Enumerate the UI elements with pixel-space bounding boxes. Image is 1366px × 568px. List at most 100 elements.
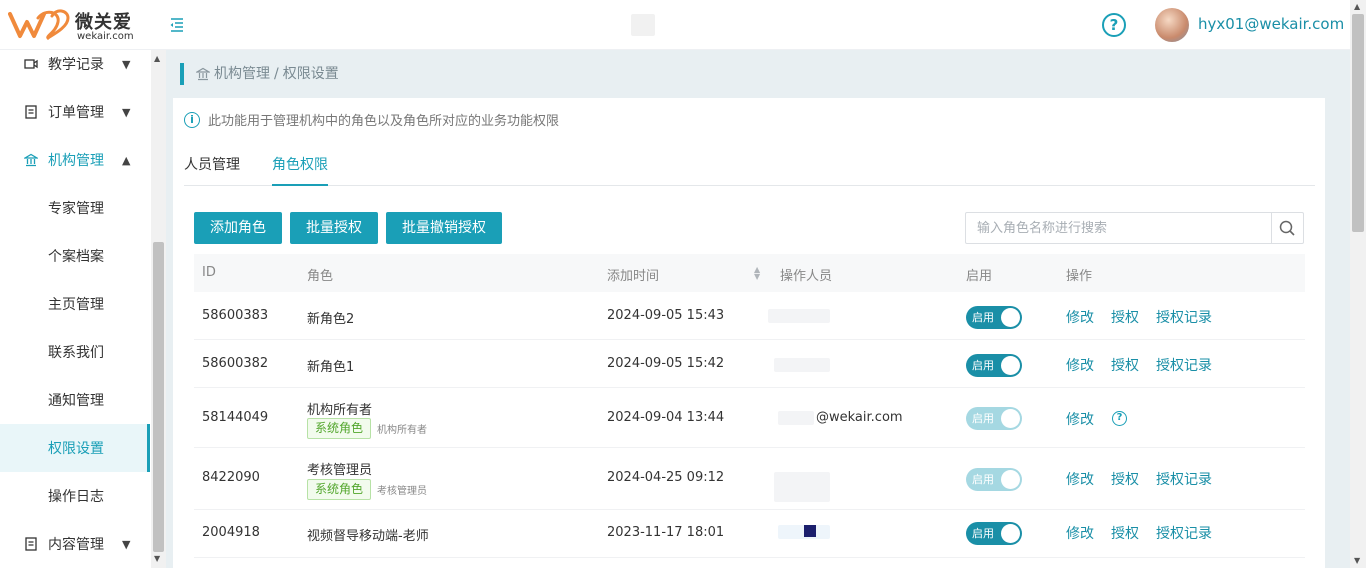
sidebar-scroll-thumb[interactable] <box>153 242 164 552</box>
sidebar-item-homepage[interactable]: 主页管理 <box>0 280 150 328</box>
info-icon: i <box>184 111 200 128</box>
sidebar-item-permissions[interactable]: 权限设置 <box>0 424 150 472</box>
sidebar-item-case-files[interactable]: 个案档案 <box>0 232 150 280</box>
role-tag-desc: 考核管理员 <box>377 486 428 497</box>
sidebar-item-label: 教学记录 <box>48 57 104 73</box>
avatar[interactable] <box>1155 8 1189 42</box>
role-tag-desc: 机构所有者 <box>377 425 428 436</box>
chevron-up-icon: ▲ <box>122 153 131 167</box>
edit-link[interactable]: 修改 <box>1066 409 1094 429</box>
sidebar-item-notifications[interactable]: 通知管理 <box>0 376 150 424</box>
sidebar-item-label: 订单管理 <box>48 105 104 121</box>
row-id: 58600383 <box>202 308 269 323</box>
order-icon <box>25 105 37 119</box>
row-role: 视频督导移动端-老师 <box>307 529 429 544</box>
user-name[interactable]: hyx01@wekair.com <box>1198 15 1344 33</box>
enable-toggle-disabled: 启用 <box>966 468 1022 491</box>
row-id: 8422090 <box>202 470 260 485</box>
batch-grant-button[interactable]: 批量授权 <box>290 212 378 244</box>
system-role-tag: 系统角色 <box>307 418 372 439</box>
sidebar-item-teaching-records[interactable]: 教学记录 ▼ <box>0 40 150 88</box>
center-thumbnail <box>631 14 655 36</box>
operator-redacted <box>774 472 830 502</box>
sort-icon[interactable]: ▲ ▼ <box>754 266 760 281</box>
operator-redacted-mark <box>804 525 816 537</box>
sidebar-item-experts[interactable]: 专家管理 <box>0 184 150 232</box>
grant-history-link[interactable]: 授权记录 <box>1156 355 1212 375</box>
help-icon[interactable]: ? <box>1102 13 1126 37</box>
page-scrollbar[interactable]: ▲ ▼ <box>1350 0 1366 568</box>
breadcrumb: 机构管理 / 权限设置 <box>180 63 339 85</box>
tab-bar: 人员管理 角色权限 <box>184 150 1315 186</box>
table-row: 8422090 考核管理员 系统角色 考核管理员 2024-04-25 09:12… <box>194 448 1305 510</box>
enable-toggle[interactable]: 启用 <box>966 354 1022 377</box>
row-role: 新角色1 <box>307 360 355 375</box>
add-role-button[interactable]: 添加角色 <box>194 212 282 244</box>
chevron-down-icon: ▼ <box>122 537 131 551</box>
grant-link[interactable]: 授权 <box>1111 355 1139 375</box>
table-row: 58600382 新角色1 2024-09-05 15:42 启用 修改 授权 … <box>194 340 1305 388</box>
role-tag-group: 系统角色 机构所有者 <box>307 418 427 439</box>
sidebar-item-institution[interactable]: 机构管理 ▲ <box>0 136 150 184</box>
row-time: 2024-04-25 09:12 <box>607 470 725 485</box>
scroll-down-icon[interactable]: ▼ <box>1354 556 1360 565</box>
enable-toggle[interactable]: 启用 <box>966 522 1022 545</box>
help-icon[interactable]: ? <box>1112 411 1127 426</box>
enable-toggle[interactable]: 启用 <box>966 306 1022 329</box>
table-header: ID 角色 添加时间 ▲ ▼ 操作人员 启用 操作 <box>194 254 1305 292</box>
sidebar-item-label: 机构管理 <box>48 153 104 169</box>
tab-role-permissions[interactable]: 角色权限 <box>272 154 328 186</box>
row-time: 2024-09-05 15:43 <box>607 308 725 323</box>
grant-link[interactable]: 授权 <box>1111 469 1139 489</box>
scroll-up-icon[interactable]: ▲ <box>154 54 160 63</box>
sidebar-item-operation-log[interactable]: 操作日志 <box>0 472 150 520</box>
batch-revoke-button[interactable]: 批量撤销授权 <box>386 212 502 244</box>
sidebar-item-label: 权限设置 <box>48 441 104 457</box>
col-role: 角色 <box>307 269 334 284</box>
grant-link[interactable]: 授权 <box>1111 523 1139 543</box>
breadcrumb-parent[interactable]: 机构管理 <box>214 63 270 85</box>
row-time: 2024-09-04 13:44 <box>607 410 725 425</box>
grant-link[interactable]: 授权 <box>1111 307 1139 327</box>
col-id: ID <box>202 265 216 280</box>
search-icon <box>1279 220 1295 236</box>
col-added-time[interactable]: 添加时间 <box>607 265 659 284</box>
row-time: 2024-09-05 15:42 <box>607 356 725 371</box>
row-role: 新角色2 <box>307 312 355 327</box>
sidebar-item-label: 内容管理 <box>48 537 104 553</box>
sidebar-item-label: 联系我们 <box>48 345 104 361</box>
toggle-label: 启用 <box>972 359 994 372</box>
operator-redacted <box>768 309 830 323</box>
edit-link[interactable]: 修改 <box>1066 355 1094 375</box>
chevron-down-icon: ▼ <box>122 57 131 71</box>
sidebar-scrollbar[interactable]: ▲ ▼ <box>151 50 166 568</box>
sidebar-item-orders[interactable]: 订单管理 ▼ <box>0 88 150 136</box>
grant-history-link[interactable]: 授权记录 <box>1156 307 1212 327</box>
page-scroll-thumb[interactable] <box>1352 14 1364 232</box>
edit-link[interactable]: 修改 <box>1066 523 1094 543</box>
row-id: 58600382 <box>202 356 269 371</box>
menu-collapse-icon[interactable] <box>168 16 186 34</box>
row-id: 58144049 <box>202 410 269 425</box>
row-time: 2023-11-17 18:01 <box>607 525 725 540</box>
top-bar: 微关爱 wekair.com ? hyx01@wekair.com <box>0 0 1366 50</box>
scroll-up-icon[interactable]: ▲ <box>1354 2 1360 11</box>
enable-toggle-disabled: 启用 <box>966 407 1022 430</box>
tab-people[interactable]: 人员管理 <box>184 154 240 186</box>
toggle-label: 启用 <box>972 412 994 425</box>
institution-icon <box>24 153 38 167</box>
toggle-label: 启用 <box>972 527 994 540</box>
search-button[interactable] <box>1271 213 1303 243</box>
scroll-down-icon[interactable]: ▼ <box>154 554 160 563</box>
sidebar-item-content[interactable]: 内容管理 ▼ <box>0 520 150 568</box>
chevron-down-icon: ▼ <box>122 105 131 119</box>
search-input[interactable] <box>966 213 1272 243</box>
grant-history-link[interactable]: 授权记录 <box>1156 469 1212 489</box>
grant-history-link[interactable]: 授权记录 <box>1156 523 1212 543</box>
edit-link[interactable]: 修改 <box>1066 469 1094 489</box>
institution-icon <box>196 67 210 81</box>
info-banner: i 此功能用于管理机构中的角色以及角色所对应的业务功能权限 <box>184 110 559 129</box>
content-icon <box>25 537 37 551</box>
edit-link[interactable]: 修改 <box>1066 307 1094 327</box>
sidebar-item-contact[interactable]: 联系我们 <box>0 328 150 376</box>
